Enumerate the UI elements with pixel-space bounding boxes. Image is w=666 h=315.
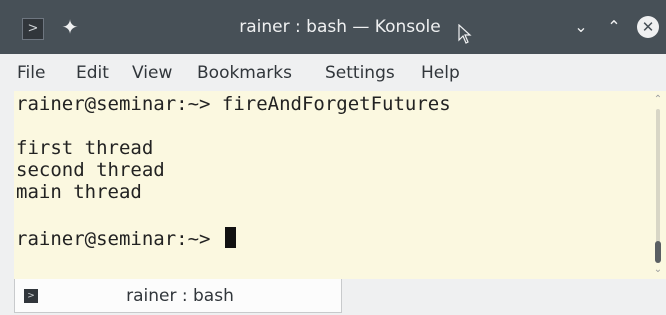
scroll-track[interactable] [656,109,660,261]
minimize-button[interactable]: ⌄ [570,16,592,38]
menu-view[interactable]: View [132,61,172,85]
window-title: rainer : bash — Konsole [239,17,441,37]
menu-edit[interactable]: Edit [76,61,109,85]
prompt-text: rainer@seminar:~> [16,228,222,250]
scroll-down-icon[interactable]: ⌄ [650,263,666,277]
terminal-line: first thread [16,137,154,159]
terminal-icon: > [24,289,38,303]
close-button[interactable]: ✕ [637,16,659,38]
menu-help[interactable]: Help [421,61,460,85]
konsole-app-icon[interactable]: > [22,18,44,40]
terminal-prompt-line: rainer@seminar:~> [16,227,236,250]
mouse-pointer-icon [458,24,472,44]
menu-bookmarks[interactable]: Bookmarks [197,61,292,85]
terminal-line: rainer@seminar:~> fireAndForgetFutures [16,93,451,115]
vertical-scrollbar[interactable]: ⌃ ⌄ [650,91,666,279]
tab-label: rainer : bash [126,286,234,306]
scroll-up-icon[interactable]: ⌃ [650,93,666,107]
title-bar: > ✦ rainer : bash — Konsole ⌄ ⌃ ✕ [0,0,666,54]
menu-settings[interactable]: Settings [325,61,395,85]
tab-rainer-bash[interactable]: > rainer : bash [14,279,342,313]
maximize-button[interactable]: ⌃ [603,16,625,38]
terminal-output[interactable]: rainer@seminar:~> fireAndForgetFutures f… [14,91,650,279]
menu-bar: File Edit View Bookmarks Settings Help [0,54,666,91]
scroll-thumb[interactable] [655,241,661,263]
pin-icon[interactable]: ✦ [58,13,82,41]
menu-file[interactable]: File [17,61,45,85]
text-cursor [224,227,236,248]
terminal-line: main thread [16,181,142,203]
tab-bar: > rainer : bash [0,279,666,315]
terminal-line: second thread [16,159,165,181]
